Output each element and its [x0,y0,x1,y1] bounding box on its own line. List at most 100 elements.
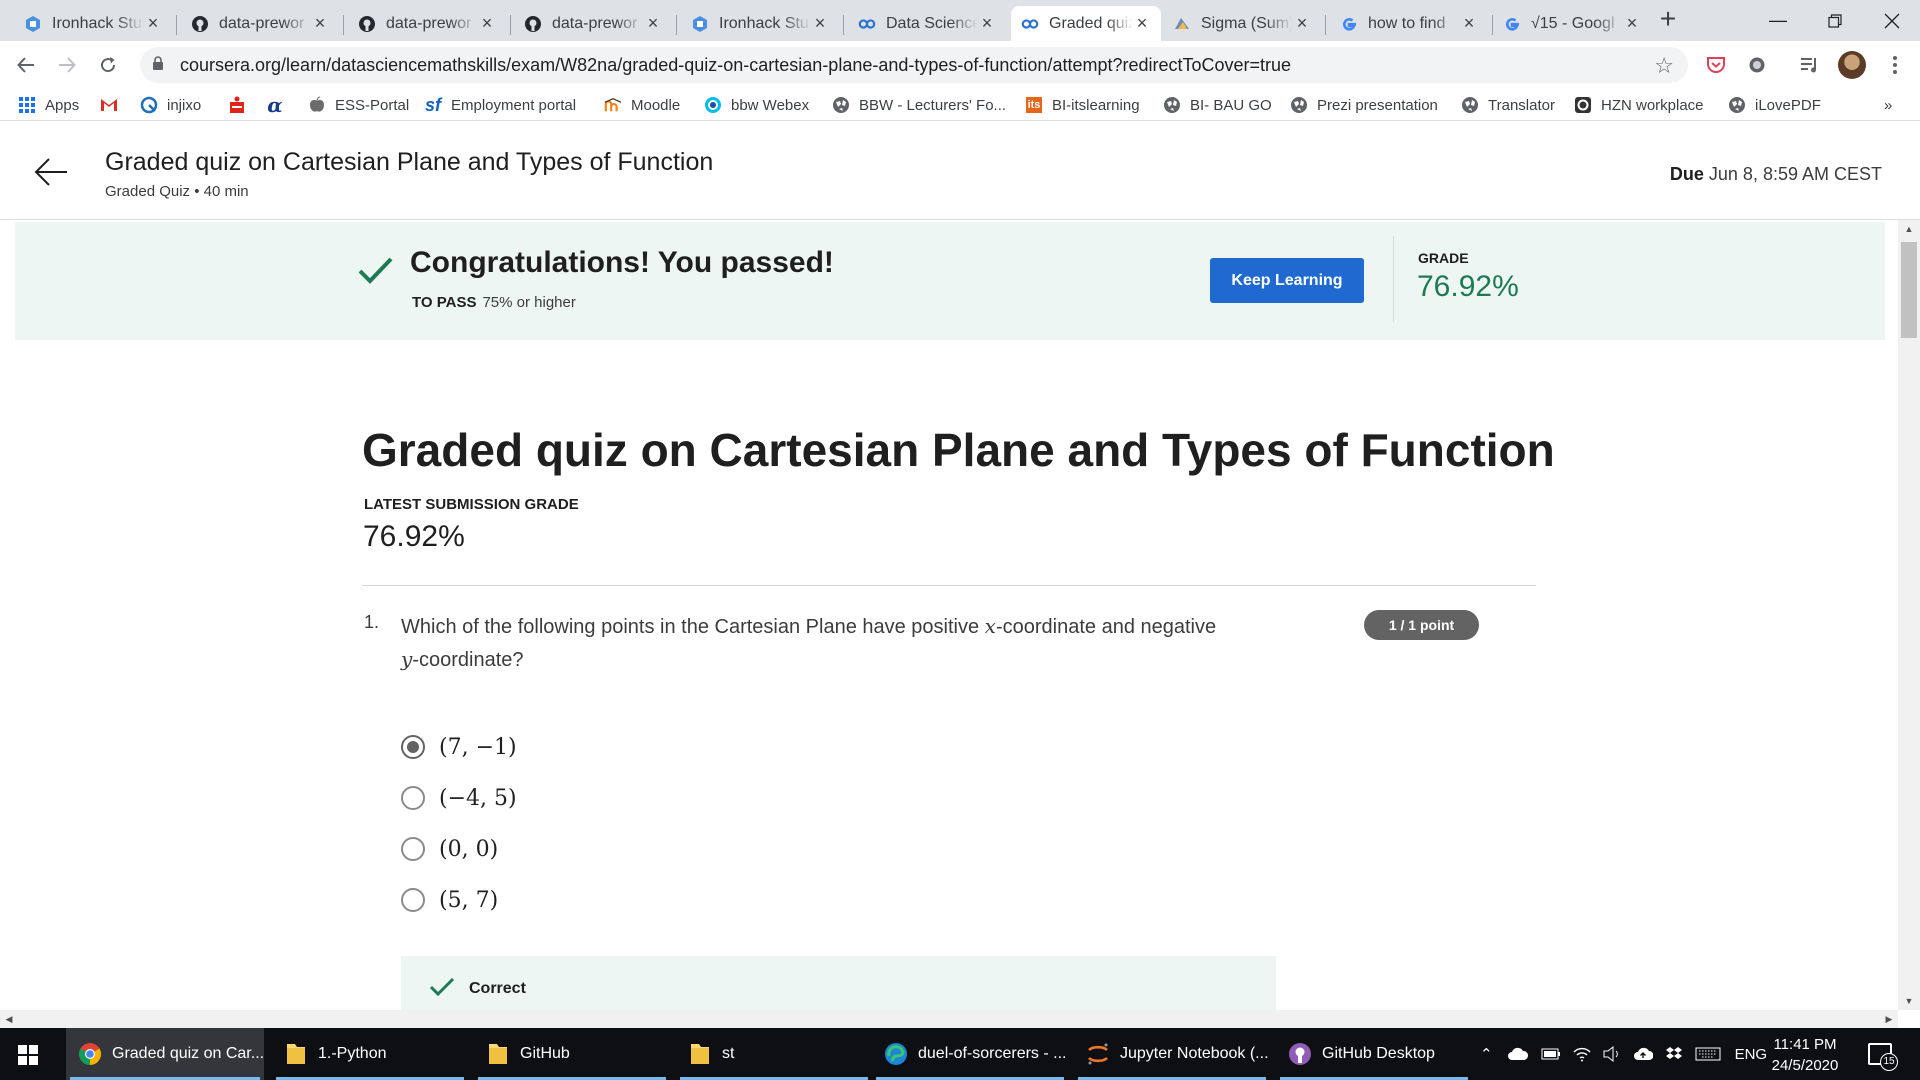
forward-button[interactable] [51,49,83,81]
restore-button[interactable] [1805,0,1865,41]
radio-button[interactable] [401,735,425,759]
moodle-icon [604,96,622,114]
scrollbar-thumb[interactable] [1901,242,1917,338]
volume-icon[interactable] [1603,1046,1621,1062]
browser-tab[interactable]: Ironhack Stu × [14,6,172,41]
bookmark-item[interactable]: iLovePDF [1728,94,1821,116]
profile-avatar[interactable] [1838,51,1866,79]
answer-option[interactable]: (7, −1) [401,732,517,762]
browser-tab[interactable]: Ironhack Stu × [681,6,839,41]
new-tab-button[interactable]: + [1654,5,1682,34]
browser-tab[interactable]: Data Science × [848,6,1006,41]
answer-option[interactable]: (0, 0) [401,834,498,864]
bookmark-item[interactable]: ESS-Portal [308,94,409,116]
chevron-up-icon[interactable]: ⌃ [1480,1045,1493,1063]
bookmark-item[interactable]: bbw Webex [704,94,809,116]
scroll-right-icon[interactable]: ▶ [1880,1010,1898,1028]
taskbar-item[interactable]: Jupyter Notebook (... [1074,1028,1270,1080]
reload-button[interactable] [92,49,124,81]
bookmark-label: BI-itslearning [1052,96,1140,114]
scroll-left-icon[interactable]: ◀ [0,1010,18,1028]
battery-icon[interactable] [1541,1048,1561,1060]
radio-button[interactable] [401,837,425,861]
bookmark-item[interactable]: HZN workplace [1574,94,1704,116]
bookmark-item[interactable]: sf Employment portal [424,94,576,116]
bookmark-item[interactable]: BBW - Lecturers' Fo... [832,94,1006,116]
bookmark-item[interactable]: Translator [1461,94,1555,116]
browser-tab[interactable]: Graded quiz × [1011,6,1161,41]
taskbar-item[interactable]: Graded quiz on Car... [66,1028,264,1080]
bookmark-item[interactable]: Apps [18,94,79,116]
vertical-scrollbar[interactable]: ▲ ▼ [1898,220,1920,1010]
bookmark-item[interactable]: Prezi presentation [1290,94,1438,116]
taskbar-item[interactable]: GitHub [474,1028,670,1080]
close-tab-icon[interactable]: × [644,13,662,34]
onedrive-icon[interactable] [1507,1047,1529,1061]
hzn-icon [1574,96,1592,114]
address-bar[interactable]: coursera.org/learn/datasciencemathskills… [140,47,1688,83]
extension-circle-icon[interactable] [1745,53,1769,77]
bookmark-star-icon[interactable]: ☆ [1654,53,1674,79]
bookmark-item[interactable]: its BI-itslearning [1025,94,1140,116]
clock[interactable]: 11:41 PM 24/5/2020 [1760,1034,1850,1076]
clock-date: 24/5/2020 [1771,1057,1839,1074]
wifi-icon[interactable] [1573,1046,1591,1062]
bookmark-item[interactable]: Moodle [604,94,680,116]
pass-message: Congratulations! You passed! [410,246,834,279]
close-tab-icon[interactable]: × [478,13,496,34]
scroll-down-icon[interactable]: ▼ [1898,992,1920,1010]
taskbar-item-label: duel-of-sorcerers - ... [918,1045,1067,1062]
browser-tab[interactable]: data-prewor × [514,6,672,41]
bookmarks-overflow-button[interactable]: » [1884,94,1892,116]
divider [362,585,1536,586]
close-tab-icon[interactable]: × [1623,13,1641,34]
dropbox-icon[interactable] [1665,1046,1683,1062]
checkmark-icon [355,250,395,290]
bookmark-label: injixo [167,96,202,114]
taskbar-item-label: Graded quiz on Car... [112,1045,265,1062]
taskbar-item-label: GitHub Desktop [1322,1045,1435,1062]
back-button[interactable] [10,49,42,81]
pocket-extension-icon[interactable] [1704,53,1728,77]
chrome-menu-icon[interactable] [1883,53,1907,77]
bookmark-item[interactable]: α [266,93,293,117]
bookmark-label: HZN workplace [1601,96,1704,114]
radio-button[interactable] [401,786,425,810]
close-tab-icon[interactable]: × [1133,13,1151,34]
close-tab-icon[interactable]: × [811,13,829,34]
answer-option[interactable]: (−4, 5) [401,783,517,813]
taskbar-item[interactable]: 1.-Python [272,1028,468,1080]
close-tab-icon[interactable]: × [144,13,162,34]
close-window-button[interactable] [1862,0,1920,41]
browser-tab[interactable]: data-prewor × [348,6,506,41]
keyboard-icon[interactable] [1695,1047,1721,1061]
browser-tab[interactable]: Sigma (Sum) × [1163,6,1321,41]
media-control-icon[interactable] [1798,53,1822,77]
close-tab-icon[interactable]: × [978,13,996,34]
keep-learning-button[interactable]: Keep Learning [1210,258,1364,303]
scroll-up-icon[interactable]: ▲ [1898,220,1920,238]
browser-tab[interactable]: how to find × [1330,6,1488,41]
question-text: Which of the following points in the Car… [401,614,1217,671]
browser-tab[interactable]: √15 - Googl × [1493,6,1651,41]
radio-button[interactable] [401,888,425,912]
browser-tab[interactable]: data-prewor × [181,6,339,41]
cloud-upload-icon[interactable] [1633,1046,1653,1062]
bookmark-item[interactable]: injixo [140,94,201,116]
taskbar-item[interactable]: st [676,1028,872,1080]
minimize-button[interactable]: — [1748,0,1808,41]
close-tab-icon[interactable]: × [1293,13,1311,34]
taskbar-item-label: Jupyter Notebook (... [1120,1045,1269,1062]
bookmark-item[interactable] [228,94,255,116]
close-tab-icon[interactable]: × [311,13,329,34]
taskbar-item[interactable]: duel-of-sorcerers - ... [872,1028,1068,1080]
answer-option[interactable]: (5, 7) [401,885,498,915]
windows-start-icon[interactable] [18,1045,38,1065]
back-arrow-icon[interactable] [34,157,68,187]
horizontal-scrollbar[interactable]: ◀ ▶ [0,1010,1898,1028]
taskbar-item[interactable]: GitHub Desktop [1276,1028,1472,1080]
bookmark-item[interactable] [100,94,127,116]
notification-center-icon[interactable]: 15 [1868,1043,1898,1071]
close-tab-icon[interactable]: × [1460,13,1478,34]
bookmark-item[interactable]: BI- BAU GO [1163,94,1272,116]
